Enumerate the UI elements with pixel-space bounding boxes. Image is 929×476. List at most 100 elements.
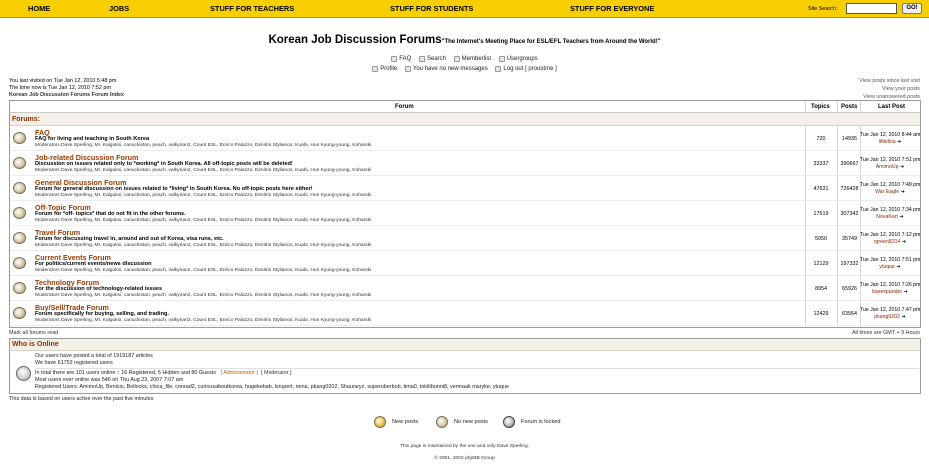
last-post-user-link[interactable]: basexpander — [872, 289, 902, 295]
menu-profile-link[interactable]: Profile — [372, 66, 397, 72]
forum-description: Forum for *off- topics* that do not fit … — [35, 211, 186, 217]
messages-icon — [404, 66, 411, 72]
last-post-user-link[interactable]: AmimoUp — [876, 164, 899, 170]
footer-maintained: This page is maintained by the one and o… — [399, 444, 530, 449]
forum-description: For the discussion of technology-related… — [35, 286, 163, 292]
mark-forums-read-link[interactable]: Mark all forums read — [9, 330, 58, 336]
header-topics: Topics — [811, 104, 830, 110]
forum-topics-count: 8954 — [815, 286, 827, 292]
forum-posts-count: 65926 — [842, 286, 857, 292]
forum-last-post: Tue Jan 12, 2010 7:49 pm War Eagle ➜ — [860, 182, 920, 196]
menu-logout-link[interactable]: Log out [ proustme ] — [495, 66, 557, 72]
last-post-date: Tue Jan 12, 2010 7:51 pm — [860, 257, 921, 263]
forum-last-post: Tue Jan 12, 2010 7:47 pm pkang0202 ➜ — [860, 307, 920, 321]
menu-faq-link[interactable]: FAQ — [391, 56, 411, 62]
breadcrumb[interactable]: Korean Job Discussion Forums Forum Index — [9, 92, 124, 99]
forum-last-post: Tue Jan 12, 2010 8:44 am littlelisa ➜ — [860, 132, 920, 146]
last-post-date: Tue Jan 12, 2010 7:26 pm — [860, 282, 921, 288]
header-last-post: Last Post — [878, 104, 906, 110]
faq-icon — [391, 56, 398, 62]
last-post-date: Tue Jan 12, 2010 7:12 pm — [860, 232, 921, 238]
forum-moderators[interactable]: Moderators Dave Sperling, Mr. Kalguksi, … — [35, 268, 371, 273]
registered-users-list[interactable]: Registered Users: AmimoUp, Benicio, Boll… — [35, 384, 509, 390]
forum-table: Forum Topics Posts Last Post Forums: FAQ… — [9, 100, 921, 328]
last-post-user-link[interactable]: NovaKart — [876, 214, 898, 220]
forum-last-post: Tue Jan 12, 2010 7:34 pm NovaKart ➜ — [860, 207, 920, 221]
forum-row: Job-related Discussion Forum Discussion o… — [10, 151, 920, 176]
your-posts-link[interactable]: View your posts — [859, 86, 920, 94]
forum-topics-count: 5050 — [815, 236, 827, 242]
forum-moderators[interactable]: Moderators Dave Sperling, Mr. Kalguksi, … — [35, 293, 371, 298]
forum-description: Forum for general discussion on issues r… — [35, 186, 313, 192]
menu-search-link[interactable]: Search — [418, 56, 446, 62]
last-post-user-link[interactable]: War Eagle — [875, 189, 899, 195]
forum-moderators[interactable]: Moderators Dave Sperling, Mr. Kalguksi, … — [35, 243, 371, 248]
nav-everyone-link[interactable]: STUFF FOR EVERYONE — [570, 4, 654, 13]
forum-last-post: Tue Jan 12, 2010 7:12 pm rgreen8314 ➜ — [860, 232, 920, 246]
forum-description: FAQ for living and teaching in South Kor… — [35, 136, 150, 142]
last-visit-text: You last visited on Tue Jan 12, 2010 5:4… — [9, 78, 117, 84]
category-title[interactable]: Forums: — [12, 116, 40, 123]
view-latest-post-icon[interactable]: ➜ — [904, 289, 908, 295]
last-post-date: Tue Jan 12, 2010 7:49 pm — [860, 182, 921, 188]
forum-description: Forum for discussing travel in, around a… — [35, 236, 224, 242]
forum-status-icon — [13, 157, 26, 169]
forum-row: Current Events Forum For politics/current… — [10, 251, 920, 276]
forum-row: FAQ FAQ for living and teaching in South … — [10, 126, 920, 151]
quick-links: View posts since last visit View your po… — [859, 78, 920, 101]
last-post-date: Tue Jan 12, 2010 7:51 pm — [860, 157, 921, 163]
view-latest-post-icon[interactable]: ➜ — [902, 239, 906, 245]
view-latest-post-icon[interactable]: ➜ — [901, 314, 905, 320]
nav-students-link[interactable]: STUFF FOR STUDENTS — [390, 4, 473, 13]
who-is-online-panel: Who is Online Our users have posted a to… — [9, 338, 921, 394]
forum-posts-count: 14935 — [842, 136, 857, 142]
last-post-user-link[interactable]: littlelisa — [879, 139, 896, 145]
view-latest-post-icon[interactable]: ➜ — [897, 139, 901, 145]
registered-users-text: We have 61752 registered users — [35, 360, 113, 366]
view-latest-post-icon[interactable]: ➜ — [900, 164, 904, 170]
most-users-text: Most users ever online was 546 on Thu Au… — [35, 377, 184, 383]
forum-moderators[interactable]: Moderators Dave Sperling, Mr. Kalguksi, … — [35, 168, 371, 173]
forum-posts-count: 726428 — [840, 186, 859, 192]
last-post-user-link[interactable]: ytuque — [879, 264, 895, 270]
view-latest-post-icon[interactable]: ➜ — [901, 189, 905, 195]
logout-icon — [495, 66, 502, 72]
usergroups-icon — [498, 56, 505, 62]
nav-teachers-link[interactable]: STUFF FOR TEACHERS — [210, 4, 294, 13]
forum-moderators[interactable]: Moderators Dave Sperling, Mr. Kalguksi, … — [35, 318, 371, 323]
forum-moderators[interactable]: Moderators Dave Sperling, Mr. Kalguksi, … — [35, 143, 371, 148]
view-latest-post-icon[interactable]: ➜ — [896, 264, 900, 270]
last-post-date: Tue Jan 12, 2010 7:34 pm — [860, 207, 921, 213]
nav-home-link[interactable]: HOME — [28, 4, 50, 13]
forum-row: Technology Forum For the discussion of te… — [10, 276, 920, 301]
forum-moderators[interactable]: Moderators Dave Sperling, Mr. Kalguksi, … — [35, 193, 371, 198]
nav-jobs-link[interactable]: JOBS — [109, 4, 129, 13]
time-now-text: The time now is Tue Jan 12, 2010 7:52 pm — [9, 85, 111, 92]
menu-memberlist-link[interactable]: Memberlist — [453, 56, 491, 62]
user-menu: Profile You have no new messages Log out… — [0, 66, 929, 74]
last-post-date: Tue Jan 12, 2010 7:47 pm — [860, 307, 921, 313]
view-latest-post-icon[interactable]: ➜ — [899, 214, 903, 220]
header-forum: Forum — [395, 104, 414, 110]
header-posts: Posts — [841, 104, 858, 110]
menu-usergroups-link[interactable]: Usergroups — [498, 56, 538, 62]
forum-posts-count: 197332 — [840, 261, 859, 267]
users-online-line: In total there are 101 users online :: 1… — [35, 370, 292, 376]
administrator-legend: [ Administrator ] — [220, 370, 258, 376]
total-articles-text: Our users have posted a total of 1919187… — [35, 353, 153, 359]
legend-forum-locked: Forum is locked — [503, 416, 560, 428]
menu-messages-link[interactable]: You have no new messages — [404, 66, 488, 72]
forum-status-icon — [13, 232, 26, 244]
forum-moderators[interactable]: Moderators Dave Sperling, Mr. Kalguksi, … — [35, 218, 371, 223]
forum-topics-count: 17519 — [813, 211, 829, 217]
search-go-button[interactable]: GO! — [902, 3, 922, 14]
who-is-online-title[interactable]: Who is Online — [12, 341, 59, 348]
posts-since-last-visit-link[interactable]: View posts since last visit — [859, 78, 920, 86]
forum-posts-count: 35749 — [842, 236, 857, 242]
forum-row: Travel Forum Forum for discussing travel … — [10, 226, 920, 251]
last-post-user-link[interactable]: pkang0202 — [874, 314, 900, 320]
site-search-input[interactable] — [846, 3, 897, 14]
timezone-note: All times are GMT + 9 Hours — [851, 330, 920, 336]
last-post-user-link[interactable]: rgreen8314 — [874, 239, 901, 245]
users-online-text: In total there are 101 users online :: 1… — [35, 370, 216, 376]
